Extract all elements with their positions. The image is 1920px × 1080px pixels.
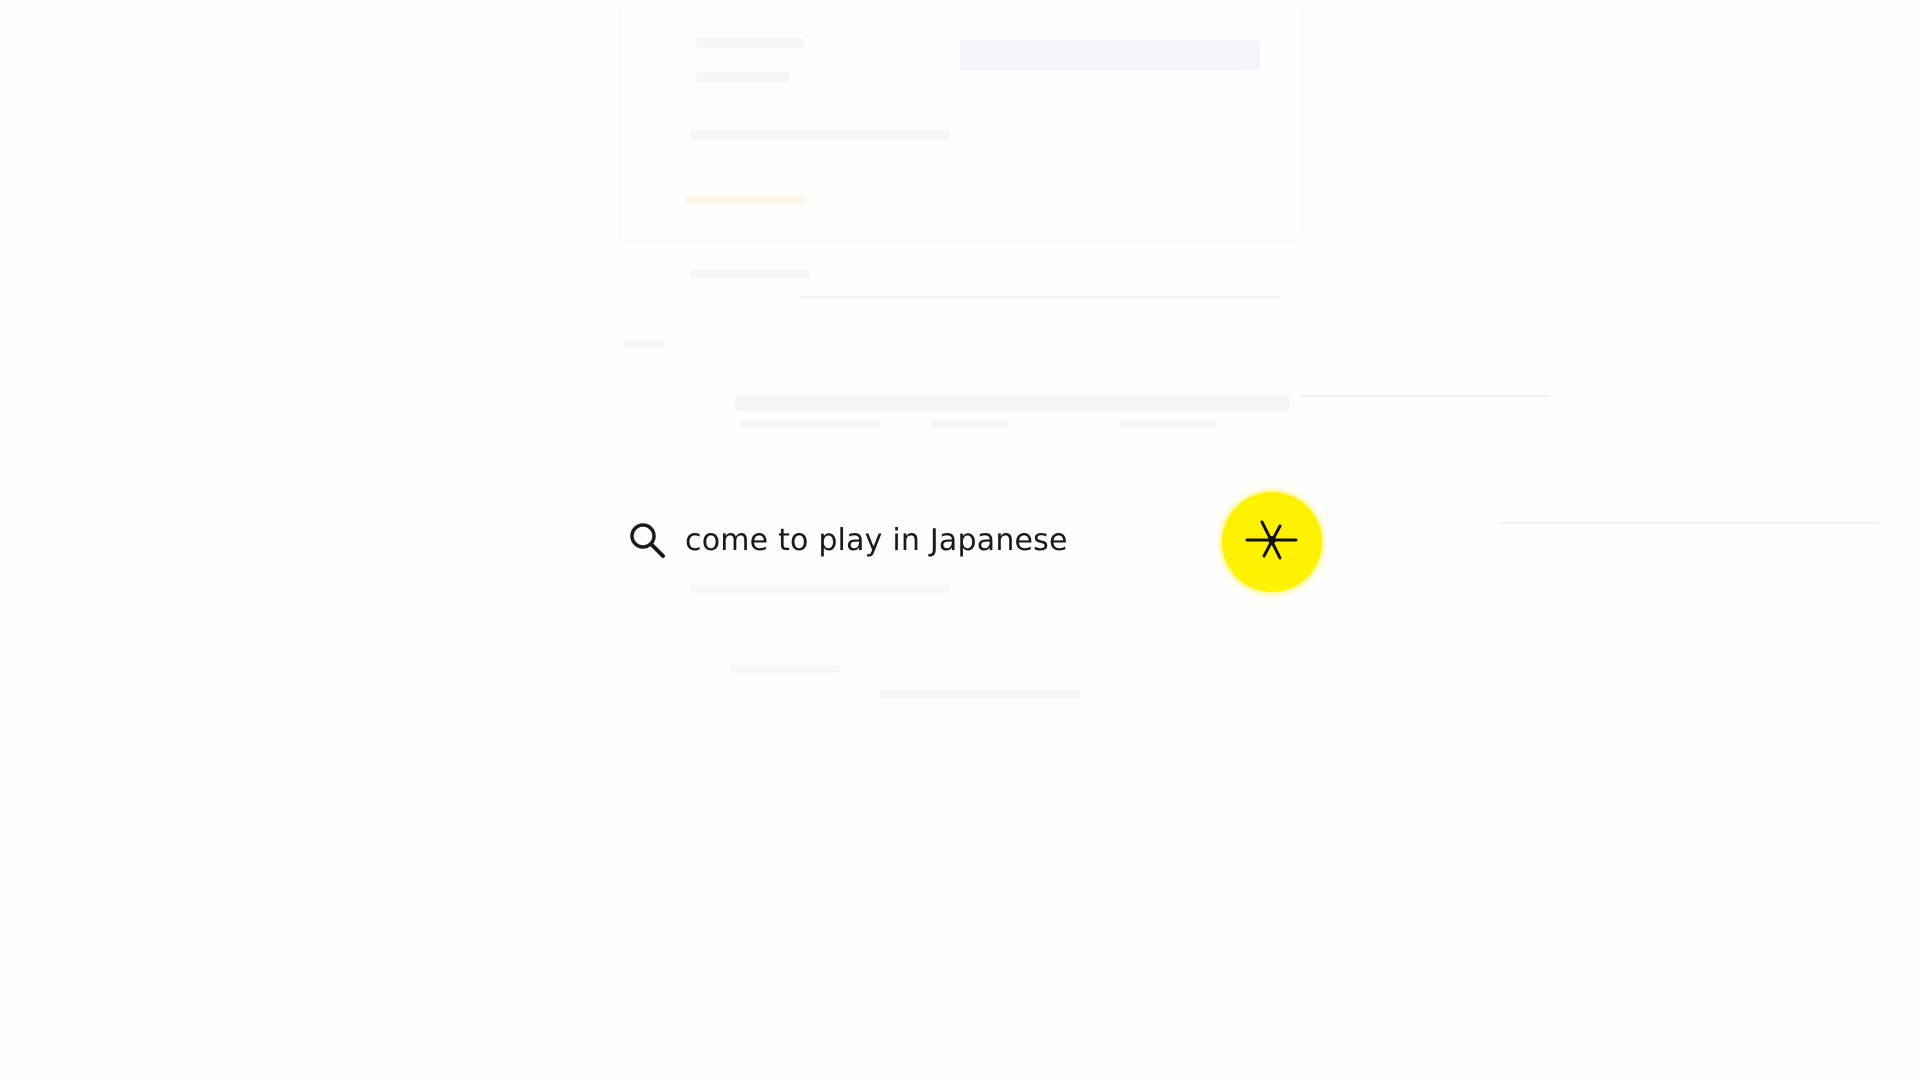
screen: come to play in Japanese	[0, 0, 1920, 1080]
faded-divider	[800, 296, 1280, 298]
search-bar[interactable]: come to play in Japanese	[625, 510, 1325, 570]
faded-divider	[1300, 395, 1550, 397]
faded-label	[625, 340, 665, 348]
faded-text	[730, 665, 840, 673]
search-query-text[interactable]: come to play in Japanese	[685, 523, 1068, 558]
search-icon	[625, 518, 669, 562]
faded-text	[685, 195, 805, 205]
faded-text	[690, 585, 950, 593]
faded-text	[690, 130, 950, 140]
faded-text	[1120, 420, 1215, 428]
cursor-highlight	[1222, 492, 1322, 592]
faded-bullet	[695, 72, 790, 82]
click-cursor-icon	[1244, 512, 1300, 572]
faded-divider	[1500, 522, 1880, 524]
faded-text	[740, 420, 880, 428]
faded-text	[930, 420, 1010, 428]
faded-bullet	[695, 38, 805, 48]
faded-bar	[735, 395, 1290, 411]
faded-text	[690, 270, 810, 278]
faded-highlight-block	[960, 40, 1260, 70]
faded-text	[880, 690, 1080, 698]
faded-content-panel	[620, 0, 1302, 242]
